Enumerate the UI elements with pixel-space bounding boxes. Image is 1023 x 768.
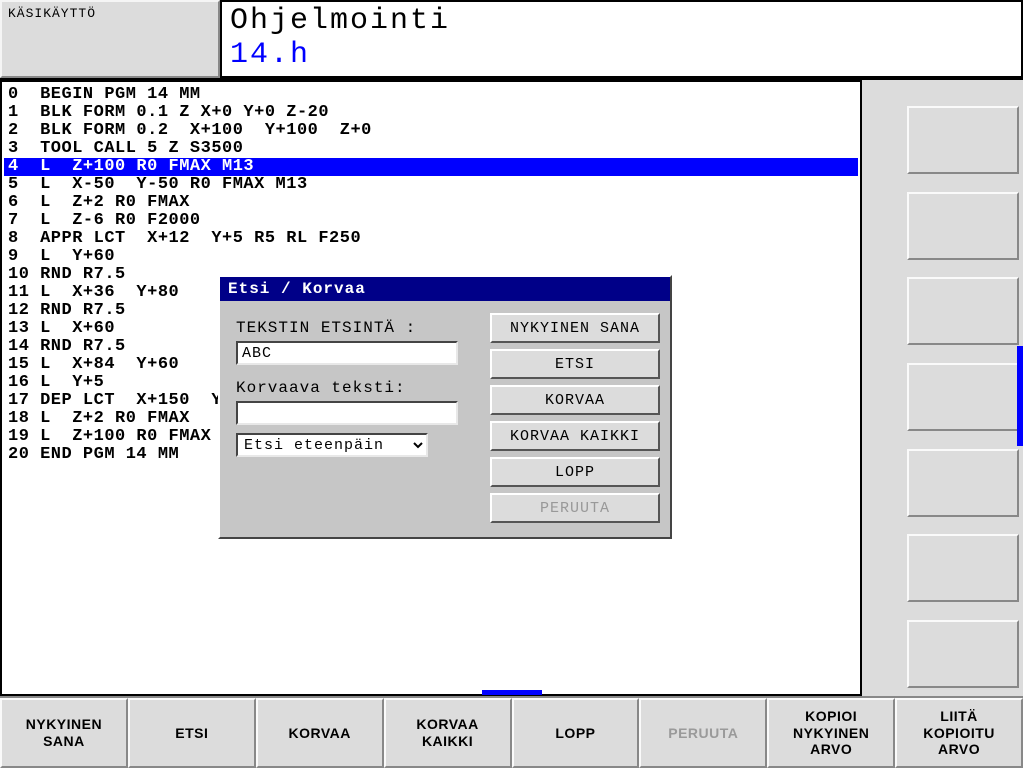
dialog-inputs: TEKSTIN ETSINTÄ : Korvaava teksti: Etsi … — [236, 313, 480, 523]
code-line[interactable]: 6 L Z+2 R0 FMAX — [4, 194, 858, 212]
dialog-title: Etsi / Korvaa — [220, 277, 670, 301]
side-button-7[interactable] — [907, 620, 1019, 688]
code-line[interactable]: 4 L Z+100 R0 FMAX M13 — [4, 158, 858, 176]
side-button-1[interactable] — [907, 106, 1019, 174]
header: KÄSIKÄYTTÖ Ohjelmointi 14.h — [0, 0, 1023, 80]
code-line[interactable]: 5 L X-50 Y-50 R0 FMAX M13 — [4, 176, 858, 194]
bottom-softkey-bar: NYKYINEN SANA ETSI KORVAA KORVAA KAIKKI … — [0, 696, 1023, 768]
current-word-button[interactable]: NYKYINEN SANA — [490, 313, 660, 343]
side-button-4[interactable] — [907, 363, 1019, 431]
search-label: TEKSTIN ETSINTÄ : — [236, 319, 480, 337]
code-line[interactable]: 3 TOOL CALL 5 Z S3500 — [4, 140, 858, 158]
replace-all-button[interactable]: KORVAA KAIKKI — [490, 421, 660, 451]
direction-select[interactable]: Etsi eteenpäin — [236, 433, 428, 457]
search-input[interactable] — [236, 341, 458, 365]
replace-input[interactable] — [236, 401, 458, 425]
softkey-cancel[interactable]: PERUUTA — [639, 698, 767, 768]
side-button-5[interactable] — [907, 449, 1019, 517]
softkey-current-word[interactable]: NYKYINEN SANA — [0, 698, 128, 768]
find-button[interactable]: ETSI — [490, 349, 660, 379]
dialog-buttons: NYKYINEN SANA ETSI KORVAA KORVAA KAIKKI … — [490, 313, 660, 523]
softkey-find[interactable]: ETSI — [128, 698, 256, 768]
end-button[interactable]: LOPP — [490, 457, 660, 487]
softkey-end[interactable]: LOPP — [512, 698, 640, 768]
softkey-copy-current-value[interactable]: KOPIOI NYKYINEN ARVO — [767, 698, 895, 768]
dialog-body: TEKSTIN ETSINTÄ : Korvaava teksti: Etsi … — [220, 301, 670, 537]
code-line[interactable]: 1 BLK FORM 0.1 Z X+0 Y+0 Z-20 — [4, 104, 858, 122]
code-line[interactable]: 2 BLK FORM 0.2 X+100 Y+100 Z+0 — [4, 122, 858, 140]
page-title: Ohjelmointi — [230, 4, 1013, 38]
softkey-page-indicator — [482, 690, 542, 695]
main-area: 0 BEGIN PGM 14 MM1 BLK FORM 0.1 Z X+0 Y+… — [0, 80, 1023, 696]
side-button-3[interactable] — [907, 277, 1019, 345]
code-line[interactable]: 9 L Y+60 — [4, 248, 858, 266]
side-button-2[interactable] — [907, 192, 1019, 260]
find-replace-dialog: Etsi / Korvaa TEKSTIN ETSINTÄ : Korvaava… — [218, 275, 672, 539]
mode-label: KÄSIKÄYTTÖ — [8, 6, 96, 21]
replace-label: Korvaava teksti: — [236, 379, 480, 397]
code-line[interactable]: 8 APPR LCT X+12 Y+5 R5 RL F250 — [4, 230, 858, 248]
scrollbar-thumb[interactable] — [1017, 346, 1023, 446]
title-panel: Ohjelmointi 14.h — [220, 0, 1023, 78]
cancel-button[interactable]: PERUUTA — [490, 493, 660, 523]
side-button-6[interactable] — [907, 534, 1019, 602]
page-subtitle: 14.h — [230, 38, 1013, 72]
softkey-replace[interactable]: KORVAA — [256, 698, 384, 768]
code-line[interactable]: 7 L Z-6 R0 F2000 — [4, 212, 858, 230]
mode-label-panel: KÄSIKÄYTTÖ — [0, 0, 220, 78]
right-softkey-rail — [862, 80, 1023, 696]
replace-button[interactable]: KORVAA — [490, 385, 660, 415]
code-line[interactable]: 0 BEGIN PGM 14 MM — [4, 86, 858, 104]
softkey-paste-copied-value[interactable]: LIITÄ KOPIOITU ARVO — [895, 698, 1023, 768]
softkey-replace-all[interactable]: KORVAA KAIKKI — [384, 698, 512, 768]
